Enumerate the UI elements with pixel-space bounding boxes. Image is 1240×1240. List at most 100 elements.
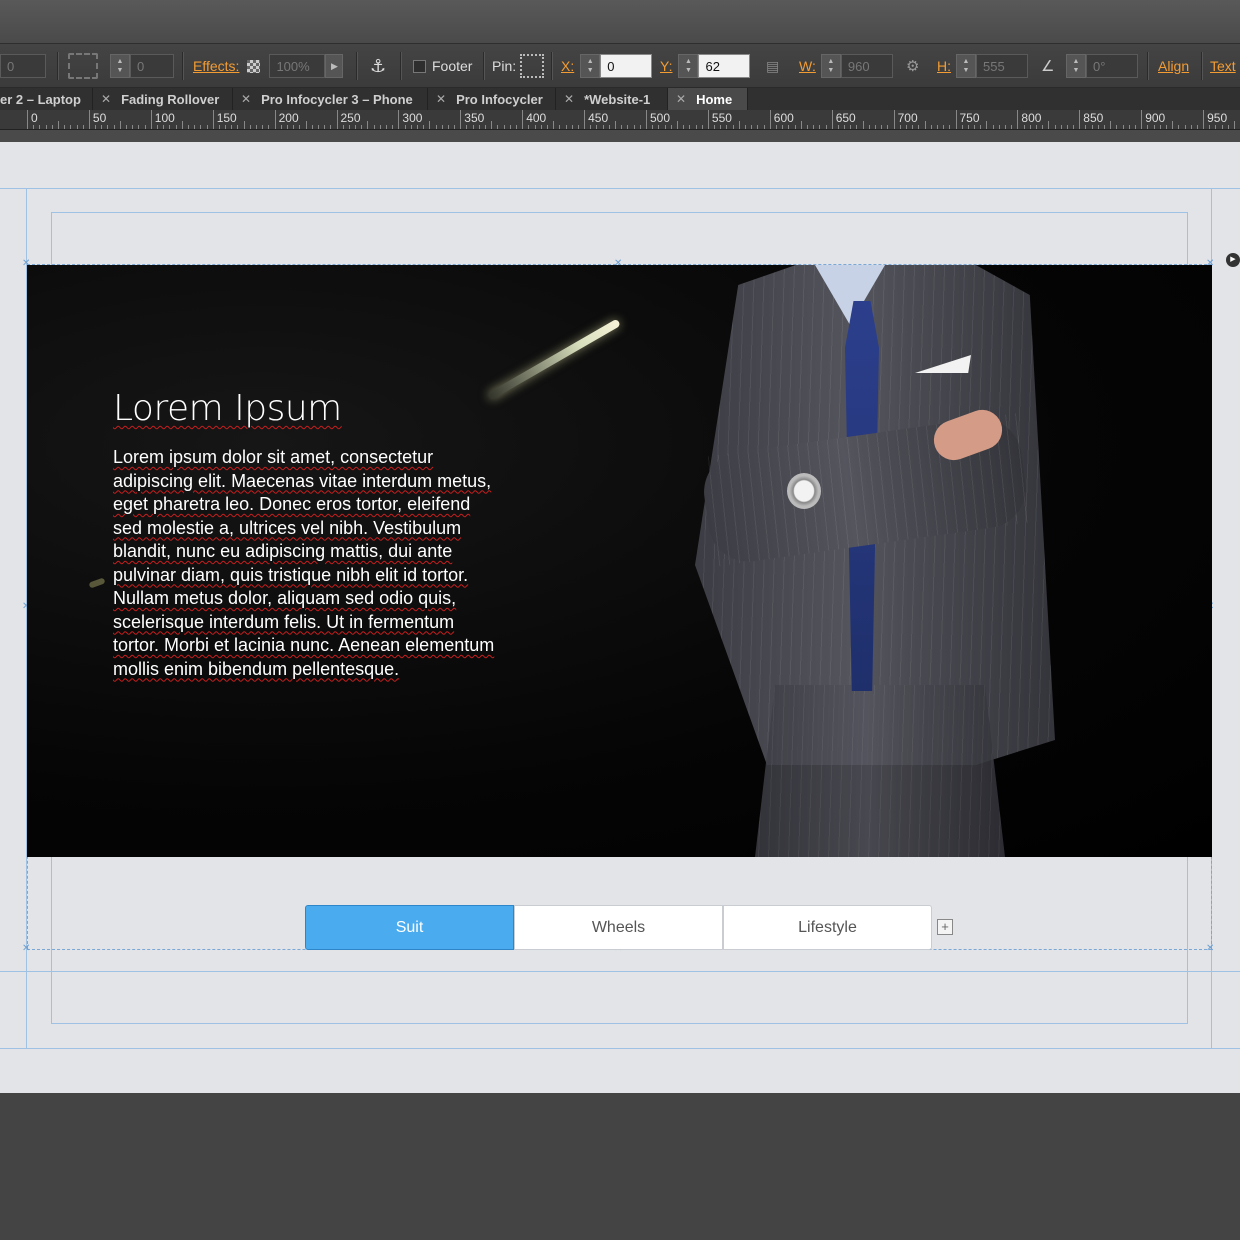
tab-website-1[interactable]: ✕ *Website-1 [556, 88, 668, 110]
align-button[interactable]: Align [1158, 58, 1189, 74]
effects-label[interactable]: Effects: [193, 58, 239, 74]
ruler-minor-tick [1178, 125, 1180, 129]
watch-shape [787, 473, 821, 509]
ruler-minor-tick [509, 125, 511, 129]
ruler-minor-tick [367, 121, 369, 129]
ruler-minor-tick [441, 125, 443, 129]
ruler-minor-tick [472, 125, 474, 129]
slideshow-hero[interactable]: Lorem Ipsum Lorem ipsum dolor sit amet, … [27, 265, 1212, 857]
ruler-minor-tick [206, 125, 208, 129]
ruler-major-tick [398, 110, 400, 129]
close-icon[interactable]: ✕ [564, 92, 574, 106]
x-stepper[interactable]: ▲ ▼ [580, 54, 601, 78]
link-dimensions-icon[interactable]: ⚙ [906, 57, 919, 75]
ruler-major-tick [769, 110, 771, 129]
ruler-minor-tick [355, 125, 357, 129]
ruler-minor-tick [559, 125, 561, 129]
hero-title[interactable]: Lorem Ipsum [113, 388, 342, 429]
tab-pro-infocycler[interactable]: ✕ Pro Infocycler [428, 88, 556, 110]
y-label[interactable]: Y: [660, 58, 672, 74]
ruler-minor-tick [249, 125, 251, 129]
resize-handle[interactable]: ✕ [1206, 944, 1214, 954]
ruler-label: 850 [1083, 111, 1104, 125]
angle-stepper[interactable]: ▲ ▼ [1066, 54, 1086, 78]
guide-line [0, 188, 1240, 189]
ruler-minor-tick [485, 125, 487, 129]
ruler-minor-tick [324, 125, 326, 129]
divider [182, 52, 183, 80]
ruler-major-tick [150, 110, 152, 129]
ruler-minor-tick [379, 125, 381, 129]
ruler-label: 800 [1021, 111, 1042, 125]
tab-fading-rollover[interactable]: ✕ Fading Rollover [93, 88, 233, 110]
tab-pro-infocycler-phone[interactable]: ✕ Pro Infocycler 3 – Phone [233, 88, 428, 110]
y-field[interactable]: 62 [698, 54, 751, 78]
anchor-icon[interactable]: ⚓ [370, 56, 386, 77]
ruler-minor-tick [132, 125, 134, 129]
width-lock-icon[interactable]: ▤ [766, 58, 779, 75]
ruler-minor-tick [1110, 121, 1112, 129]
ruler-major-tick [955, 110, 957, 129]
tab-home[interactable]: ✕ Home [668, 88, 748, 110]
x-label[interactable]: X: [561, 58, 574, 74]
divider [57, 52, 58, 80]
x-field[interactable]: 0 [600, 54, 653, 78]
ruler-minor-tick [423, 125, 425, 129]
resize-handle[interactable]: ✕ [22, 944, 30, 954]
ruler-minor-tick [1196, 125, 1198, 129]
close-icon[interactable]: ✕ [241, 92, 251, 106]
ruler-major-tick [460, 110, 462, 129]
tab-suit[interactable]: Suit [305, 905, 514, 950]
add-tab-icon[interactable]: + [937, 919, 953, 935]
effects-checker-icon [247, 59, 261, 73]
w-field[interactable]: 960 [840, 54, 893, 78]
tab-wheels[interactable]: Wheels [514, 905, 723, 950]
w-stepper[interactable]: ▲ ▼ [820, 54, 841, 78]
close-icon[interactable]: ✕ [436, 92, 446, 106]
ruler-minor-tick [1035, 125, 1037, 129]
ruler-minor-tick [980, 125, 982, 129]
ruler-minor-tick [70, 125, 72, 129]
ruler-minor-tick [429, 121, 431, 129]
hero-body-text[interactable]: Lorem ipsum dolor sit amet, consectetur … [113, 446, 495, 681]
ruler-minor-tick [652, 125, 654, 129]
w-label[interactable]: W: [799, 58, 816, 74]
footer-checkbox[interactable] [413, 59, 426, 73]
ruler-minor-tick [825, 125, 827, 129]
ruler-minor-tick [1060, 125, 1062, 129]
h-field[interactable]: 555 [976, 54, 1028, 78]
ruler-minor-tick [1097, 125, 1099, 129]
h-label[interactable]: H: [937, 58, 951, 74]
close-icon[interactable]: ✕ [101, 92, 111, 106]
ruler-minor-tick [1209, 125, 1211, 129]
ruler-label: 200 [278, 111, 299, 125]
effects-arrow-icon[interactable]: ▶ [325, 54, 344, 78]
tab-laptop[interactable]: er 2 – Laptop [0, 88, 93, 110]
ruler-minor-tick [974, 125, 976, 129]
pin-grid-icon[interactable] [520, 54, 545, 78]
tab-lifestyle[interactable]: Lifestyle [723, 905, 932, 950]
angle-field[interactable]: 0° [1086, 54, 1138, 78]
close-icon[interactable]: ✕ [676, 92, 686, 106]
rotate-stepper[interactable]: ▲ ▼ [110, 54, 130, 78]
trousers-shape [755, 685, 1005, 857]
ruler-minor-tick [899, 125, 901, 129]
ruler-minor-tick [200, 125, 202, 129]
field-left[interactable]: 0 [0, 54, 46, 78]
ruler-minor-tick [664, 125, 666, 129]
design-canvas[interactable]: ✕ ✕ ✕ ✕ ✕ ✕ ✕ ✕ ▶ Lorem Ipsum Lorem [0, 142, 1240, 1093]
text-button[interactable]: Text [1210, 58, 1236, 74]
ruler-minor-tick [683, 125, 685, 129]
ruler-label: 700 [897, 111, 918, 125]
ruler-label: 150 [216, 111, 237, 125]
ruler-minor-tick [194, 125, 196, 129]
ruler-minor-tick [175, 125, 177, 129]
ruler-minor-tick [1172, 121, 1174, 129]
ruler-minor-tick [986, 121, 988, 129]
y-stepper[interactable]: ▲ ▼ [678, 54, 699, 78]
rotate-field[interactable]: 0 [130, 54, 174, 78]
h-stepper[interactable]: ▲ ▼ [956, 54, 976, 78]
horizontal-ruler: 0 50 100 150 200 250 300 350 400 450 500 550 600 650 7… [0, 110, 1240, 130]
effects-opacity-field[interactable]: 100% [269, 54, 326, 78]
options-arrow-icon[interactable]: ▶ [1226, 253, 1240, 267]
